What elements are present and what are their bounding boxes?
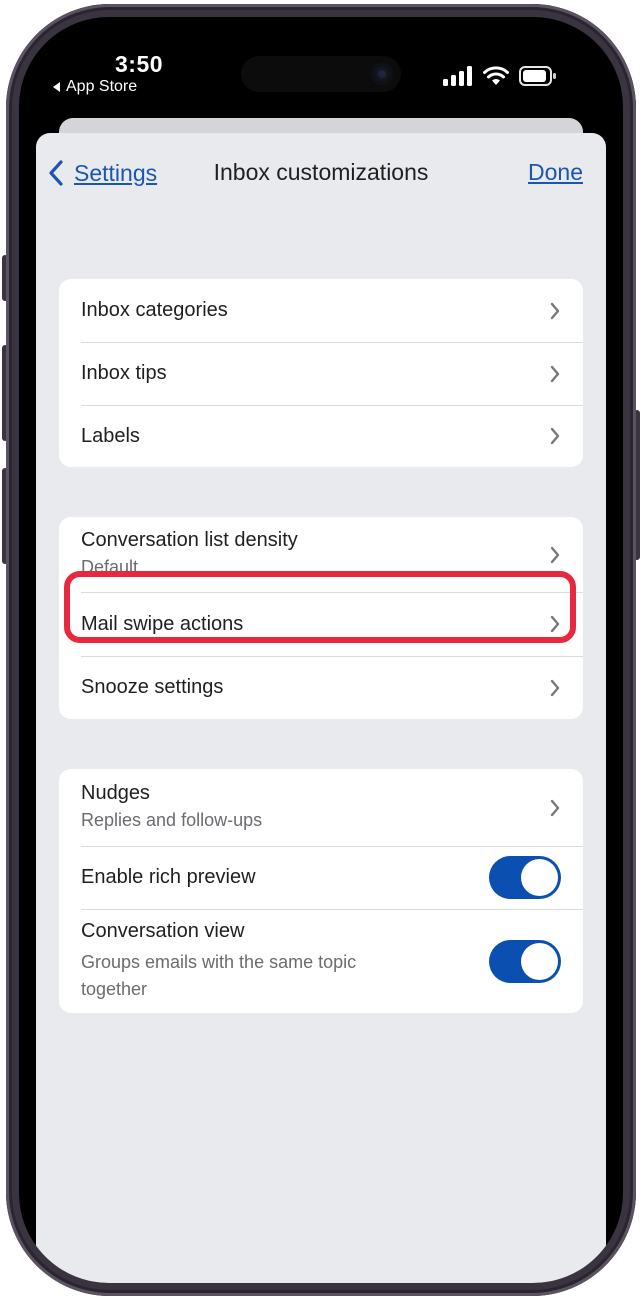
done-button[interactable]: Done [528,159,583,186]
row-title: Snooze settings [81,676,224,698]
row-title: Inbox categories [81,299,228,321]
row-mail-swipe-actions[interactable]: Mail swipe actions [59,592,583,656]
row-enable-rich-preview: Enable rich preview [59,846,583,909]
back-to-app-link[interactable]: App Store [53,78,137,96]
chevron-right-icon [550,546,560,563]
row-title: Mail swipe actions [81,612,244,635]
status-time: 3:50 [115,51,164,77]
back-to-app-label: App Store [66,78,138,95]
row-snooze-settings[interactable]: Snooze settings [59,656,583,719]
navigation-bar: Settings Inbox customizations Done [36,133,606,213]
row-text: Inbox tips [81,362,537,385]
settings-sheet: Settings Inbox customizations Done Inbox… [36,133,606,1283]
row-text: Conversation view Groups emails with the… [81,920,489,1003]
row-text: Nudges Replies and follow-ups [81,782,537,834]
status-icons [443,66,557,86]
row-inbox-tips[interactable]: Inbox tips [59,342,583,405]
row-subtitle: Groups emails with the same topic togeth… [81,951,357,999]
settings-group-list: Conversation list density Default Mail s… [59,517,583,719]
row-inbox-categories[interactable]: Inbox categories [59,279,583,342]
row-subtitle: Default [81,556,139,577]
toggle-knob [521,942,558,980]
chevron-right-icon [550,615,560,633]
row-text: Conversation list density Default [81,529,537,581]
rich-preview-toggle[interactable] [489,856,561,899]
settings-group-inbox: Inbox categories Inbox tips Labels [59,279,583,467]
phone-screen: 3:50 App Store Settings Inbox customizat… [19,17,623,1283]
row-title: Enable rich preview [81,866,256,888]
back-arrow-icon [53,82,60,92]
row-title: Conversation list density [81,528,298,551]
chevron-right-icon [550,427,560,445]
status-bar: 3:50 App Store [19,17,623,127]
row-subtitle: Replies and follow-ups [81,809,263,830]
battery-icon [519,66,556,86]
toggle-knob [521,859,558,896]
row-labels[interactable]: Labels [59,405,583,467]
row-text: Enable rich preview [81,866,489,889]
row-title: Inbox tips [81,362,167,384]
row-text: Snooze settings [81,676,537,699]
cellular-signal-icon [443,66,472,86]
row-conversation-view: Conversation view Groups emails with the… [59,909,583,1013]
row-text: Labels [81,425,537,448]
chevron-right-icon [550,679,560,696]
row-text: Inbox categories [81,299,537,322]
row-title: Labels [81,424,140,447]
row-nudges[interactable]: Nudges Replies and follow-ups [59,769,583,846]
chevron-right-icon [550,365,560,382]
page-title: Inbox customizations [213,159,429,185]
row-text: Mail swipe actions [81,613,537,636]
row-conversation-list-density[interactable]: Conversation list density Default [59,517,583,592]
conversation-view-toggle[interactable] [489,939,561,983]
row-title: Nudges [81,781,150,804]
chevron-right-icon [550,302,560,319]
row-title: Conversation view [81,919,245,942]
settings-group-nudges: Nudges Replies and follow-ups Enable ric… [59,769,583,1013]
front-camera [371,63,393,85]
chevron-right-icon [550,799,560,816]
wifi-icon [483,66,509,85]
